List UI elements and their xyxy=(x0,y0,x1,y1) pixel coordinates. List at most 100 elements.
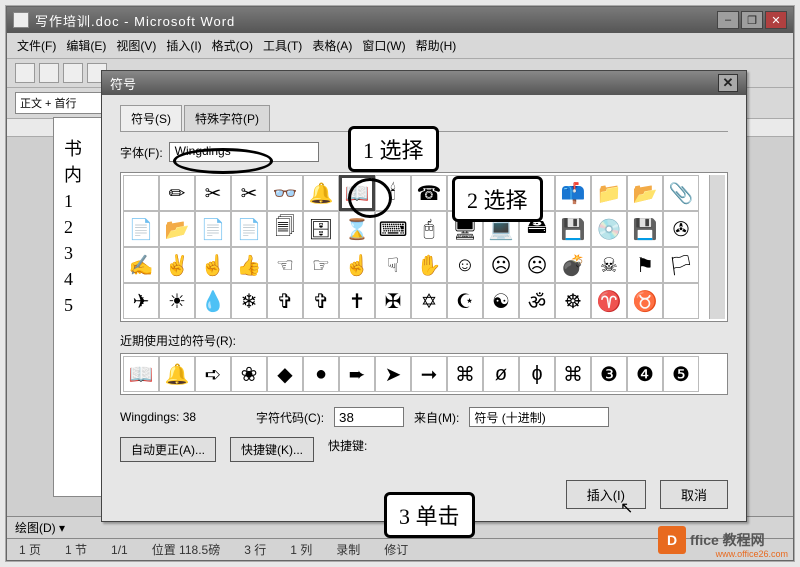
symbol-cell[interactable]: ☝ xyxy=(339,247,375,283)
symbol-cell[interactable]: ✈ xyxy=(123,283,159,319)
symbol-cell[interactable]: ☺ xyxy=(447,247,483,283)
symbol-cell[interactable]: ☠ xyxy=(591,247,627,283)
symbol-cell[interactable]: ♈ xyxy=(591,283,627,319)
symbol-cell[interactable]: ✍ xyxy=(123,247,159,283)
logo-text: ffice 教程网 xyxy=(690,530,765,550)
symbol-cell[interactable]: 🏳 xyxy=(663,247,699,283)
dialog-close-button[interactable]: ✕ xyxy=(718,74,738,92)
symbol-cell[interactable]: 📂 xyxy=(627,175,663,211)
recent-symbol-cell[interactable]: ➨ xyxy=(339,356,375,392)
menu-insert[interactable]: 插入(I) xyxy=(166,37,201,54)
symbol-cell[interactable]: 👍 xyxy=(231,247,267,283)
minimize-button[interactable]: – xyxy=(717,11,739,29)
recent-symbol-cell[interactable]: ɸ xyxy=(519,356,555,392)
symbol-cell[interactable]: ॐ xyxy=(519,283,555,319)
symbol-cell[interactable]: 📎 xyxy=(663,175,699,211)
recent-symbol-cell[interactable]: 📖 xyxy=(123,356,159,392)
recent-symbol-cell[interactable]: ❸ xyxy=(591,356,627,392)
symbol-cell[interactable] xyxy=(123,175,159,211)
draw-menu[interactable]: 绘图(D) ▾ xyxy=(15,519,65,536)
symbol-cell[interactable]: 👓 xyxy=(267,175,303,211)
recent-symbol-cell[interactable]: ❺ xyxy=(663,356,699,392)
symbol-cell[interactable]: 📫 xyxy=(555,175,591,211)
symbol-cell[interactable]: ✝ xyxy=(339,283,375,319)
symbol-cell[interactable]: ☟ xyxy=(375,247,411,283)
toolbar-button[interactable] xyxy=(15,63,35,83)
symbol-cell[interactable]: 📄 xyxy=(231,211,267,247)
recent-symbol-cell[interactable]: ø xyxy=(483,356,519,392)
recent-symbol-cell[interactable]: ● xyxy=(303,356,339,392)
tab-symbols[interactable]: 符号(S) xyxy=(120,105,182,131)
menu-format[interactable]: 格式(O) xyxy=(212,37,253,54)
symbol-cell[interactable]: 💿 xyxy=(591,211,627,247)
toolbar-button[interactable] xyxy=(39,63,59,83)
recent-symbol-cell[interactable]: ➞ xyxy=(411,356,447,392)
menu-help[interactable]: 帮助(H) xyxy=(416,37,457,54)
symbol-cell[interactable]: 💣 xyxy=(555,247,591,283)
symbol-cell[interactable]: ✂ xyxy=(195,175,231,211)
menu-edit[interactable]: 编辑(E) xyxy=(66,37,106,54)
symbol-cell[interactable]: ✏ xyxy=(159,175,195,211)
symbol-cell[interactable]: ☎ xyxy=(411,175,447,211)
recent-symbol-cell[interactable]: ➤ xyxy=(375,356,411,392)
recent-symbol-cell[interactable]: ➪ xyxy=(195,356,231,392)
symbol-cell[interactable]: ☝ xyxy=(195,247,231,283)
symbol-cell[interactable]: ☹ xyxy=(483,247,519,283)
symbol-cell[interactable]: ✋ xyxy=(411,247,447,283)
symbol-cell[interactable]: ☯ xyxy=(483,283,519,319)
recent-symbol-cell[interactable]: ⌘ xyxy=(555,356,591,392)
menu-file[interactable]: 文件(F) xyxy=(17,37,56,54)
style-selector[interactable]: 正文 + 首行 xyxy=(15,92,103,114)
symbol-cell[interactable]: 🖰 xyxy=(411,211,447,247)
symbol-cell[interactable]: ✌ xyxy=(159,247,195,283)
from-dropdown[interactable]: 符号 (十进制) xyxy=(469,407,609,427)
symbol-cell[interactable]: ☪ xyxy=(447,283,483,319)
maximize-button[interactable]: ❐ xyxy=(741,11,763,29)
symbol-cell[interactable]: ☹ xyxy=(519,247,555,283)
symbol-cell[interactable]: ☞ xyxy=(303,247,339,283)
symbol-cell[interactable]: 📂 xyxy=(159,211,195,247)
symbol-cell[interactable]: ❄ xyxy=(231,283,267,319)
symbol-cell[interactable]: 📄 xyxy=(123,211,159,247)
symbol-cell[interactable]: 💾 xyxy=(555,211,591,247)
symbol-cell[interactable]: 🔔 xyxy=(303,175,339,211)
recent-symbol-cell[interactable]: ❀ xyxy=(231,356,267,392)
menu-window[interactable]: 窗口(W) xyxy=(362,37,405,54)
recent-symbol-cell[interactable]: 🔔 xyxy=(159,356,195,392)
menu-table[interactable]: 表格(A) xyxy=(312,37,352,54)
close-button[interactable]: ✕ xyxy=(765,11,787,29)
menu-view[interactable]: 视图(V) xyxy=(116,37,156,54)
toolbar-button[interactable] xyxy=(63,63,83,83)
grid-scrollbar[interactable] xyxy=(709,175,725,319)
recent-symbol-cell[interactable]: ⌘ xyxy=(447,356,483,392)
recent-symbol-cell[interactable]: ◆ xyxy=(267,356,303,392)
insert-button[interactable]: 插入(I) xyxy=(566,480,646,509)
symbol-cell[interactable]: 💾 xyxy=(627,211,663,247)
charcode-input[interactable] xyxy=(334,407,404,427)
symbol-cell[interactable]: ⚑ xyxy=(627,247,663,283)
symbol-cell[interactable]: ✞ xyxy=(267,283,303,319)
symbol-cell[interactable]: ⌨ xyxy=(375,211,411,247)
symbol-cell[interactable]: 🗐 xyxy=(267,211,303,247)
symbol-cell[interactable]: ☸ xyxy=(555,283,591,319)
symbol-cell[interactable]: ✠ xyxy=(375,283,411,319)
symbol-cell[interactable]: ☀ xyxy=(159,283,195,319)
symbol-cell[interactable]: ☜ xyxy=(267,247,303,283)
symbol-cell[interactable]: ✂ xyxy=(231,175,267,211)
from-label: 来自(M): xyxy=(414,409,459,426)
symbol-cell[interactable]: 💧 xyxy=(195,283,231,319)
symbol-cell[interactable] xyxy=(663,283,699,319)
symbol-cell[interactable]: 🗄 xyxy=(303,211,339,247)
menu-tools[interactable]: 工具(T) xyxy=(263,37,302,54)
symbol-cell[interactable]: ✞ xyxy=(303,283,339,319)
cancel-button[interactable]: 取消 xyxy=(660,480,728,509)
tab-special-characters[interactable]: 特殊字符(P) xyxy=(184,105,270,131)
symbol-cell[interactable]: 📁 xyxy=(591,175,627,211)
symbol-cell[interactable]: ✇ xyxy=(663,211,699,247)
recent-symbol-cell[interactable]: ❹ xyxy=(627,356,663,392)
symbol-cell[interactable]: 📄 xyxy=(195,211,231,247)
shortcut-key-button[interactable]: 快捷键(K)... xyxy=(230,437,314,462)
autocorrect-button[interactable]: 自动更正(A)... xyxy=(120,437,216,462)
symbol-cell[interactable]: ♉ xyxy=(627,283,663,319)
symbol-cell[interactable]: ✡ xyxy=(411,283,447,319)
